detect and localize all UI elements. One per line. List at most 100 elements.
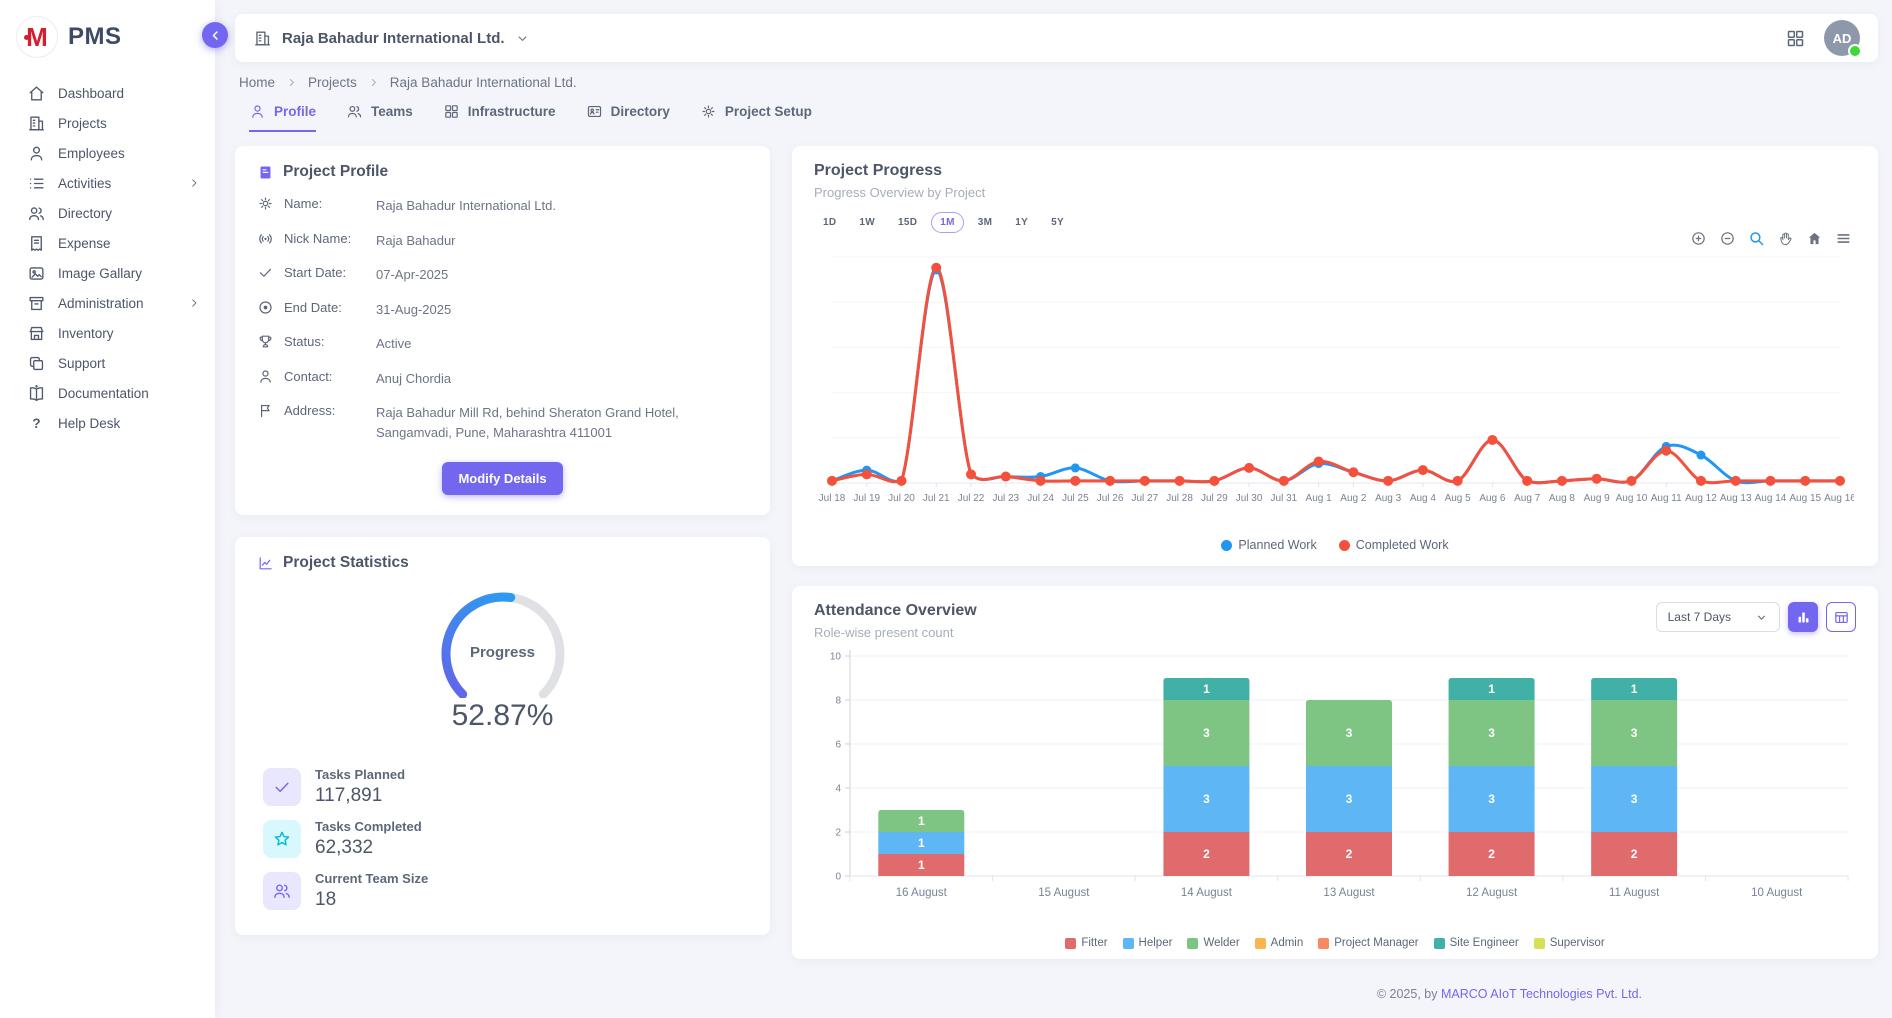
- bar-chart-legend: Fitter Helper Welder Admin Project Manager Si…: [814, 937, 1856, 949]
- legend-item[interactable]: Planned Work: [1221, 538, 1316, 552]
- sidebar-item-activities[interactable]: Activities: [0, 168, 215, 198]
- tab-infrastructure[interactable]: Infrastructure: [443, 103, 556, 132]
- legend-item[interactable]: Admin: [1255, 937, 1304, 949]
- company-name: Raja Bahadur International Ltd.: [282, 30, 505, 47]
- app-logo[interactable]: M PMS: [0, 0, 215, 70]
- tab-project-setup[interactable]: Project Setup: [700, 103, 812, 132]
- chart-title: Attendance Overview: [814, 602, 977, 620]
- main-content: Raja Bahadur International Ltd. AD Home …: [215, 0, 1892, 1018]
- range-1y[interactable]: 1Y: [1006, 212, 1037, 233]
- tab-profile[interactable]: Profile: [249, 103, 316, 132]
- sidebar-item-documentation[interactable]: Documentation: [0, 378, 215, 408]
- grid-icon: [1785, 28, 1806, 49]
- stat-tasks-completed: Tasks Completed62,332: [257, 819, 748, 859]
- footer-company-link[interactable]: MARCO AIoT Technologies Pvt. Ltd.: [1441, 987, 1642, 1001]
- users-icon: [27, 204, 46, 223]
- company-selector[interactable]: Raja Bahadur International Ltd.: [253, 29, 530, 48]
- date-range-select[interactable]: Last 7 Days: [1656, 602, 1780, 632]
- legend-item[interactable]: Welder: [1187, 937, 1239, 949]
- sidebar-item-label: Administration: [58, 296, 144, 311]
- svg-text:Jul 28: Jul 28: [1166, 493, 1193, 504]
- legend-label: Planned Work: [1238, 538, 1316, 552]
- attendance-chart[interactable]: 024681011116 August15 August233114 Augus…: [814, 642, 1856, 937]
- breadcrumb-projects[interactable]: Projects: [308, 75, 357, 90]
- sidebar-item-image-gallery[interactable]: Image Gallary: [0, 258, 215, 288]
- svg-text:Aug 11: Aug 11: [1651, 493, 1682, 504]
- sidebar-item-inventory[interactable]: Inventory: [0, 318, 215, 348]
- stat-value: 18: [315, 889, 428, 911]
- zoom-out-icon[interactable]: [1719, 230, 1736, 247]
- project-progress-chart[interactable]: Jul 18Jul 19Jul 20Jul 21Jul 22Jul 23Jul …: [814, 235, 1856, 538]
- zoom-in-icon[interactable]: [1690, 230, 1707, 247]
- users-icon: [346, 103, 363, 120]
- home-icon: [27, 84, 46, 103]
- users-icon: [263, 872, 301, 910]
- apps-grid-button[interactable]: [1785, 28, 1806, 49]
- sidebar-item-employees[interactable]: Employees: [0, 138, 215, 168]
- chevron-right-icon: [367, 76, 380, 89]
- legend-item[interactable]: Fitter: [1065, 937, 1107, 949]
- person-icon: [27, 144, 46, 163]
- field-value: Raja Bahadur Mill Rd, behind Sheraton Gr…: [376, 402, 716, 442]
- field-nick-name: Nick Name:Raja Bahadur: [257, 230, 748, 251]
- svg-text:Aug 14: Aug 14: [1755, 493, 1787, 504]
- legend-label: Project Manager: [1334, 937, 1418, 949]
- menu-icon[interactable]: [1835, 230, 1852, 247]
- range-15d[interactable]: 15D: [889, 212, 926, 233]
- check-icon: [263, 768, 301, 806]
- svg-text:2: 2: [835, 828, 841, 839]
- field-status: Status:Active: [257, 333, 748, 354]
- sidebar-collapse-button[interactable]: [202, 22, 228, 48]
- sidebar-item-help-desk[interactable]: Help Desk: [0, 408, 215, 438]
- chevron-down-icon: [515, 31, 530, 46]
- project-statistics-card: Project Statistics Progress 52.87% Tasks…: [235, 537, 770, 935]
- svg-text:Jul 23: Jul 23: [992, 493, 1019, 504]
- sidebar-item-directory[interactable]: Directory: [0, 198, 215, 228]
- sidebar-item-expense[interactable]: Expense: [0, 228, 215, 258]
- sidebar-item-support[interactable]: Support: [0, 348, 215, 378]
- tab-teams[interactable]: Teams: [346, 103, 413, 132]
- range-1w[interactable]: 1W: [850, 212, 884, 233]
- chart-title: Project Progress: [814, 162, 1856, 180]
- gauge-value: 52.87%: [408, 699, 598, 733]
- sidebar-item-administration[interactable]: Administration: [0, 288, 215, 318]
- svg-text:10: 10: [830, 652, 842, 663]
- svg-text:1: 1: [918, 836, 925, 850]
- range-1d[interactable]: 1D: [814, 212, 845, 233]
- sidebar-item-label: Help Desk: [58, 416, 120, 431]
- svg-text:Jul 27: Jul 27: [1131, 493, 1158, 504]
- legend-item[interactable]: Project Manager: [1318, 937, 1418, 949]
- svg-text:3: 3: [1488, 726, 1495, 740]
- table-view-button[interactable]: [1826, 602, 1856, 632]
- project-progress-card: Project Progress Progress Overview by Pr…: [792, 146, 1878, 566]
- pan-icon[interactable]: [1777, 230, 1794, 247]
- sidebar-item-projects[interactable]: Projects: [0, 108, 215, 138]
- breadcrumb-home[interactable]: Home: [239, 75, 275, 90]
- svg-text:11 August: 11 August: [1609, 887, 1660, 899]
- selection-zoom-icon[interactable]: [1748, 230, 1765, 247]
- book-icon: [27, 384, 46, 403]
- legend-item[interactable]: Site Engineer: [1434, 937, 1519, 949]
- legend-label: Supervisor: [1550, 937, 1605, 949]
- legend-item[interactable]: Completed Work: [1339, 538, 1449, 552]
- range-5y[interactable]: 5Y: [1042, 212, 1073, 233]
- svg-text:4: 4: [835, 784, 841, 795]
- range-1m[interactable]: 1M: [931, 212, 964, 233]
- field-label: Contact:: [284, 368, 366, 384]
- gear-icon: [257, 195, 274, 212]
- stat-current-team-size: Current Team Size18: [257, 871, 748, 911]
- svg-text:3: 3: [1631, 726, 1638, 740]
- grid-icon: [443, 103, 460, 120]
- svg-text:15 August: 15 August: [1038, 887, 1090, 899]
- bar-view-button[interactable]: [1788, 602, 1818, 632]
- svg-text:1: 1: [1203, 682, 1210, 696]
- question-icon: [27, 414, 46, 433]
- modify-details-button[interactable]: Modify Details: [442, 462, 562, 495]
- legend-item[interactable]: Helper: [1123, 937, 1173, 949]
- legend-item[interactable]: Supervisor: [1534, 937, 1605, 949]
- reset-home-icon[interactable]: [1806, 230, 1823, 247]
- tab-directory[interactable]: Directory: [586, 103, 670, 132]
- sidebar-item-dashboard[interactable]: Dashboard: [0, 78, 215, 108]
- avatar[interactable]: AD: [1824, 20, 1860, 56]
- range-3m[interactable]: 3M: [969, 212, 1002, 233]
